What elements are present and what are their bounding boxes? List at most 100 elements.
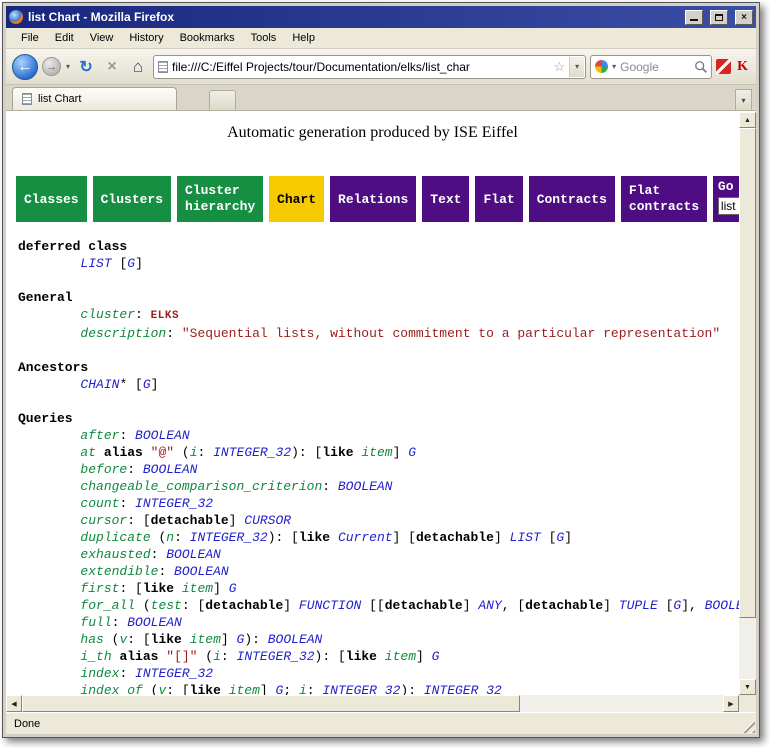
code-segment: ( bbox=[198, 649, 214, 664]
code-segment: : [ bbox=[166, 683, 189, 695]
nav-button-classes[interactable]: Classes bbox=[16, 176, 87, 222]
code-segment bbox=[18, 530, 80, 545]
refresh-button[interactable]: ↻ bbox=[75, 55, 97, 79]
class-link[interactable]: INTEGER_32 bbox=[322, 683, 400, 695]
code-line: deferred class bbox=[18, 238, 739, 255]
menu-view[interactable]: View bbox=[83, 30, 121, 46]
code-segment: like bbox=[299, 530, 330, 545]
class-link[interactable]: Current bbox=[338, 530, 393, 545]
class-link[interactable]: INTEGER_32 bbox=[135, 496, 213, 511]
class-link[interactable]: G bbox=[229, 581, 237, 596]
code-line bbox=[18, 393, 739, 410]
code-segment: item bbox=[182, 581, 213, 596]
code-segment bbox=[18, 615, 80, 630]
scroll-left-button[interactable]: ◀ bbox=[6, 695, 22, 712]
code-line: full: BOOLEAN bbox=[18, 614, 739, 631]
horizontal-scroll-thumb[interactable] bbox=[22, 695, 520, 712]
search-box[interactable]: ▾ bbox=[590, 55, 712, 79]
tab-strip-button[interactable] bbox=[209, 90, 236, 110]
search-engine-dropdown[interactable]: ▾ bbox=[611, 62, 617, 71]
tab-list-chart[interactable]: list Chart bbox=[12, 87, 177, 110]
menu-file[interactable]: File bbox=[14, 30, 46, 46]
code-segment: ( bbox=[151, 530, 167, 545]
vertical-scroll-thumb[interactable] bbox=[739, 128, 756, 618]
back-button[interactable]: ← bbox=[12, 54, 38, 80]
url-dropdown-button[interactable]: ▾ bbox=[569, 57, 584, 77]
class-link[interactable]: BOOLEAN bbox=[135, 428, 190, 443]
code-segment: index bbox=[80, 666, 119, 681]
horizontal-scrollbar[interactable]: ◀ ▶ bbox=[6, 695, 739, 712]
class-link[interactable]: LIST bbox=[80, 256, 111, 271]
home-button[interactable]: ⌂ bbox=[127, 55, 149, 79]
url-bar[interactable]: file:///C:/Eiffel Projects/tour/Document… bbox=[153, 55, 586, 79]
class-link[interactable]: INTEGER_32 bbox=[237, 649, 315, 664]
class-link[interactable]: BOOLEAN bbox=[127, 615, 182, 630]
vertical-scrollbar[interactable]: ▲ ▼ bbox=[739, 112, 756, 695]
menu-help[interactable]: Help bbox=[285, 30, 322, 46]
class-link[interactable]: INTEGER_32 bbox=[213, 445, 291, 460]
title-bar[interactable]: list Chart - Mozilla Firefox × bbox=[6, 6, 756, 28]
code-segment bbox=[221, 683, 229, 695]
class-link[interactable]: ANY bbox=[478, 598, 501, 613]
goto-input[interactable] bbox=[718, 197, 739, 215]
class-link[interactable]: G bbox=[408, 445, 416, 460]
history-dropdown-button[interactable]: ▾ bbox=[65, 62, 71, 71]
bookmark-star-icon[interactable]: ☆ bbox=[553, 59, 565, 75]
class-link[interactable]: CURSOR bbox=[244, 513, 291, 528]
search-magnifier-icon[interactable] bbox=[694, 60, 708, 74]
class-link[interactable]: G bbox=[143, 377, 151, 392]
code-segment: i bbox=[213, 649, 221, 664]
kaspersky-k-icon[interactable]: K bbox=[735, 59, 750, 75]
code-segment bbox=[18, 326, 80, 341]
class-link[interactable]: BOOLEAN bbox=[705, 598, 739, 613]
class-link[interactable]: BOOLEAN bbox=[174, 564, 229, 579]
class-link[interactable]: G bbox=[432, 649, 440, 664]
code-segment bbox=[18, 307, 80, 322]
scroll-right-button[interactable]: ▶ bbox=[723, 695, 739, 712]
code-segment: : bbox=[135, 307, 151, 322]
code-line: has (v: [like item] G): BOOLEAN bbox=[18, 631, 739, 648]
minimize-button[interactable] bbox=[685, 10, 703, 25]
class-link[interactable]: INTEGER_32 bbox=[135, 666, 213, 681]
class-link[interactable]: BOOLEAN bbox=[338, 479, 393, 494]
nav-button-relations[interactable]: Relations bbox=[330, 176, 416, 222]
search-input[interactable] bbox=[620, 60, 691, 74]
nav-button-flat-contracts[interactable]: Flat contracts bbox=[621, 176, 707, 222]
scroll-up-button[interactable]: ▲ bbox=[739, 112, 756, 128]
kaspersky-flag-icon[interactable] bbox=[716, 59, 731, 74]
code-segment: : bbox=[307, 683, 323, 695]
class-link[interactable]: LIST bbox=[510, 530, 541, 545]
forward-button[interactable]: → bbox=[42, 57, 61, 76]
code-segment bbox=[18, 632, 80, 647]
menu-bookmarks[interactable]: Bookmarks bbox=[173, 30, 242, 46]
menu-edit[interactable]: Edit bbox=[48, 30, 81, 46]
nav-button-cluster-hierarchy[interactable]: Cluster hierarchy bbox=[177, 176, 263, 222]
menu-history[interactable]: History bbox=[122, 30, 170, 46]
class-link[interactable]: BOOLEAN bbox=[166, 547, 221, 562]
maximize-button[interactable] bbox=[710, 10, 728, 25]
nav-button-contracts[interactable]: Contracts bbox=[529, 176, 615, 222]
class-link[interactable]: CHAIN bbox=[80, 377, 119, 392]
scrollbar-corner bbox=[739, 695, 756, 712]
close-icon: × bbox=[741, 12, 747, 23]
class-link[interactable]: INTEGER_32 bbox=[424, 683, 502, 695]
code-segment bbox=[377, 649, 385, 664]
class-link[interactable]: FUNCTION bbox=[299, 598, 361, 613]
code-segment: [ bbox=[658, 598, 674, 613]
nav-button-clusters[interactable]: Clusters bbox=[93, 176, 171, 222]
close-button[interactable]: × bbox=[735, 10, 753, 25]
nav-button-flat[interactable]: Flat bbox=[475, 176, 522, 222]
class-link[interactable]: INTEGER_32 bbox=[190, 530, 268, 545]
resize-grip[interactable] bbox=[742, 720, 755, 733]
class-link[interactable]: TUPLE bbox=[619, 598, 658, 613]
nav-button-text[interactable]: Text bbox=[422, 176, 469, 222]
stop-button[interactable]: × bbox=[101, 55, 123, 79]
menu-tools[interactable]: Tools bbox=[244, 30, 284, 46]
scroll-down-button[interactable]: ▼ bbox=[739, 679, 756, 695]
class-link[interactable]: BOOLEAN bbox=[268, 632, 323, 647]
nav-button-chart[interactable]: Chart bbox=[269, 176, 324, 222]
class-link[interactable]: G bbox=[127, 256, 135, 271]
all-tabs-dropdown-button[interactable]: ▾ bbox=[735, 89, 752, 110]
class-link[interactable]: BOOLEAN bbox=[143, 462, 198, 477]
url-text[interactable]: file:///C:/Eiffel Projects/tour/Document… bbox=[172, 60, 549, 74]
